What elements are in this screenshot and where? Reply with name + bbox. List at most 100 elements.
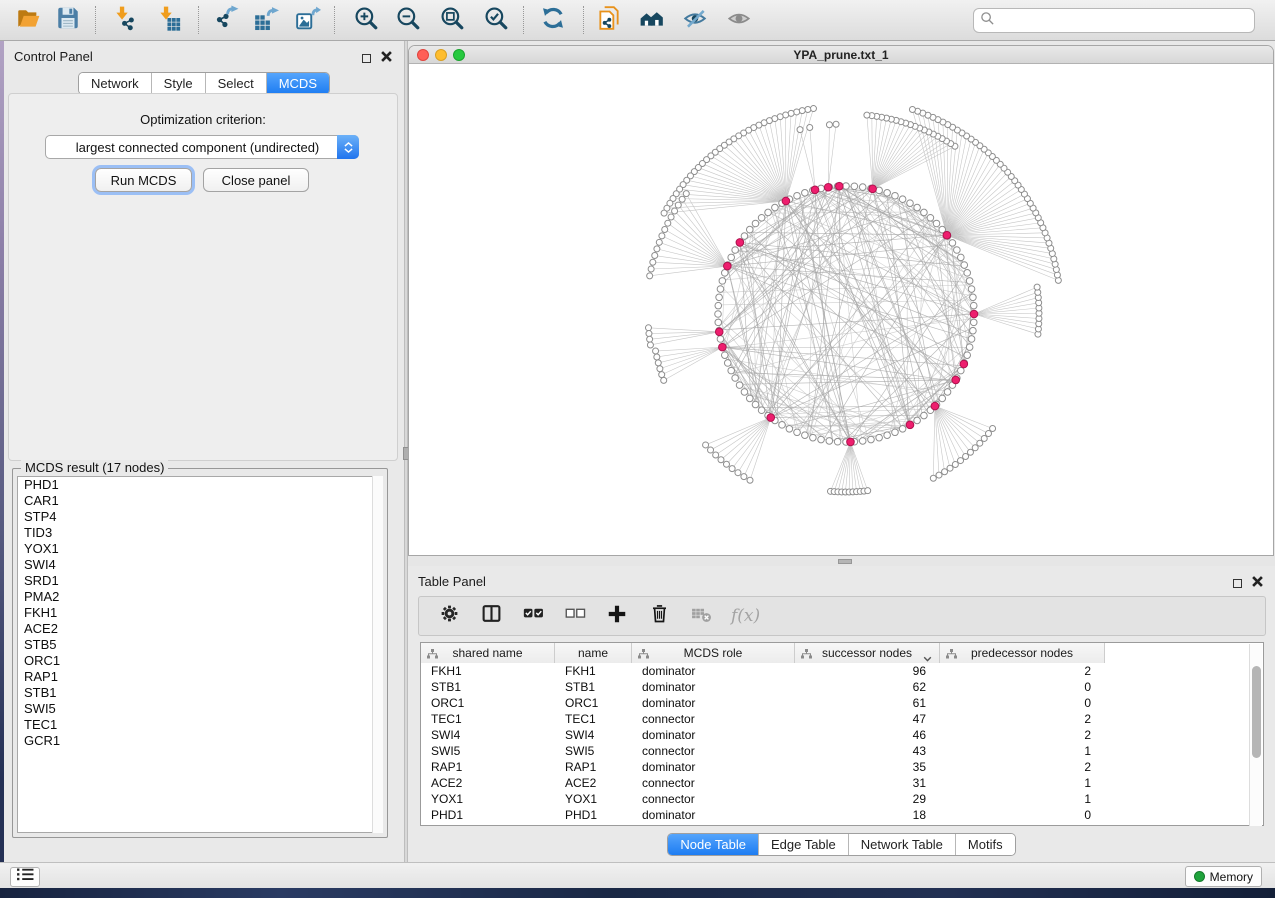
mcds-node[interactable]: [736, 239, 744, 247]
mcds-result-item[interactable]: CAR1: [18, 493, 382, 509]
mcds-result-item[interactable]: PHD1: [18, 477, 382, 493]
mcds-result-item[interactable]: ORC1: [18, 653, 382, 669]
mcds-result-item[interactable]: SWI5: [18, 701, 382, 717]
memory-button[interactable]: Memory: [1185, 866, 1262, 887]
table-row[interactable]: SWI4SWI4dominator462: [421, 727, 1263, 743]
mcds-node[interactable]: [719, 343, 727, 351]
zoom-fit-button[interactable]: [434, 3, 470, 37]
toggle-columns-button[interactable]: [479, 604, 503, 628]
close-panel-button[interactable]: Close panel: [203, 168, 309, 192]
tab-motifs[interactable]: Motifs: [956, 834, 1015, 855]
tab-node-table[interactable]: Node Table: [668, 834, 759, 855]
refresh-button[interactable]: [535, 3, 571, 37]
mcds-result-item[interactable]: RAP1: [18, 669, 382, 685]
mcds-list-scrollbar[interactable]: [372, 476, 383, 833]
network-window-titlebar[interactable]: YPA_prune.txt_1: [409, 46, 1273, 64]
mcds-node[interactable]: [952, 376, 960, 384]
mcds-node[interactable]: [715, 328, 723, 336]
table-row[interactable]: RAP1RAP1dominator352: [421, 759, 1263, 775]
create-column-button[interactable]: [605, 604, 629, 628]
mcds-node[interactable]: [847, 438, 855, 446]
export-network-button[interactable]: [208, 3, 244, 37]
tab-network-table[interactable]: Network Table: [849, 834, 956, 855]
table-row[interactable]: PHD1PHD1dominator180: [421, 807, 1263, 823]
column-header-predecessor-nodes[interactable]: predecessor nodes: [940, 643, 1105, 663]
search-sites-button[interactable]: [634, 3, 670, 37]
table-row[interactable]: YOX1YOX1connector291: [421, 791, 1263, 807]
mcds-node[interactable]: [960, 360, 968, 368]
mcds-node[interactable]: [782, 197, 790, 205]
column-header-MCDS-role[interactable]: MCDS role: [632, 643, 795, 663]
export-image-button[interactable]: [290, 3, 326, 37]
mcds-node[interactable]: [943, 231, 951, 239]
network-graph[interactable]: [409, 64, 1274, 556]
column-header-name[interactable]: name: [555, 643, 632, 663]
mcds-node[interactable]: [724, 262, 732, 270]
column-header-shared-name[interactable]: shared name: [421, 643, 555, 663]
mcds-result-item[interactable]: STP4: [18, 509, 382, 525]
float-panel-icon[interactable]: [1233, 579, 1242, 588]
mcds-node[interactable]: [767, 414, 775, 422]
mcds-result-list[interactable]: PHD1CAR1STP4TID3YOX1SWI4SRD1PMA2FKH1ACE2…: [17, 476, 383, 833]
table-row[interactable]: FKH1FKH1dominator962: [421, 663, 1263, 679]
close-panel-icon[interactable]: [1252, 574, 1263, 592]
mcds-result-item[interactable]: SRD1: [18, 573, 382, 589]
mcds-result-item[interactable]: STB1: [18, 685, 382, 701]
show-panel-button[interactable]: [721, 3, 757, 37]
mcds-result-item[interactable]: SWI4: [18, 557, 382, 573]
cell-MCDS-role: dominator: [632, 759, 795, 775]
export-table-button[interactable]: [248, 3, 284, 37]
horizontal-splitter-handle[interactable]: [838, 559, 852, 564]
mcds-node[interactable]: [869, 185, 877, 193]
import-table-button[interactable]: [150, 3, 186, 37]
float-panel-icon[interactable]: [362, 54, 371, 63]
column-header-successor-nodes[interactable]: successor nodes: [795, 643, 940, 663]
mcds-node[interactable]: [906, 421, 914, 429]
table-row[interactable]: TEC1TEC1connector472: [421, 711, 1263, 727]
zoom-out-button[interactable]: [390, 3, 426, 37]
task-history-button[interactable]: [10, 867, 40, 887]
toolbar-separator: [583, 6, 584, 34]
import-network-button[interactable]: [106, 3, 142, 37]
tab-network[interactable]: Network: [79, 73, 152, 94]
mcds-node[interactable]: [811, 186, 819, 194]
zoom-in-button[interactable]: [348, 3, 384, 37]
tab-style[interactable]: Style: [152, 73, 206, 94]
mcds-node[interactable]: [824, 183, 832, 191]
table-row[interactable]: ACE2ACE2connector311: [421, 775, 1263, 791]
search-field[interactable]: [973, 8, 1255, 33]
close-panel-icon[interactable]: [381, 49, 392, 67]
zoom-selected-button[interactable]: [478, 3, 514, 37]
delete-columns-button[interactable]: [647, 604, 671, 628]
trash-icon: [649, 603, 670, 629]
table-scrollbar[interactable]: [1249, 644, 1262, 826]
mcds-result-item[interactable]: PMA2: [18, 589, 382, 605]
search-input[interactable]: [999, 13, 1248, 29]
tab-mcds[interactable]: MCDS: [267, 73, 329, 94]
tab-select[interactable]: Select: [206, 73, 267, 94]
table-row[interactable]: STB1STB1dominator620: [421, 679, 1263, 695]
select-all-rows-button[interactable]: [521, 604, 545, 628]
hide-panel-button[interactable]: [677, 3, 713, 37]
mcds-node[interactable]: [970, 310, 978, 318]
mcds-node[interactable]: [836, 182, 844, 190]
mcds-result-item[interactable]: YOX1: [18, 541, 382, 557]
mcds-result-item[interactable]: GCR1: [18, 733, 382, 749]
criterion-select[interactable]: largest connected component (undirected): [45, 135, 359, 159]
open-session-button[interactable]: [10, 3, 46, 37]
deselect-all-rows-button[interactable]: [563, 604, 587, 628]
table-scrollbar-thumb[interactable]: [1252, 666, 1261, 758]
mcds-result-item[interactable]: ACE2: [18, 621, 382, 637]
network-from-selection-button[interactable]: [591, 3, 627, 37]
mcds-node[interactable]: [931, 402, 939, 410]
save-session-button[interactable]: [50, 3, 86, 37]
mcds-result-item[interactable]: TEC1: [18, 717, 382, 733]
mcds-result-item[interactable]: TID3: [18, 525, 382, 541]
run-mcds-button[interactable]: Run MCDS: [95, 168, 192, 192]
table-row[interactable]: SWI5SWI5connector431: [421, 743, 1263, 759]
mcds-result-item[interactable]: FKH1: [18, 605, 382, 621]
tab-edge-table[interactable]: Edge Table: [759, 834, 849, 855]
mcds-result-item[interactable]: STB5: [18, 637, 382, 653]
table-settings-button[interactable]: [437, 604, 461, 628]
table-row[interactable]: ORC1ORC1dominator610: [421, 695, 1263, 711]
